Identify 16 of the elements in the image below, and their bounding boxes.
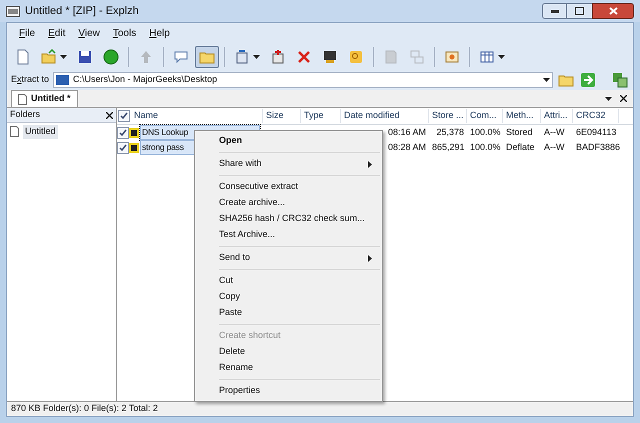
table-cell-text: BADF3886 [575, 140, 619, 154]
table-cell-text: 100.0% [469, 140, 502, 154]
table-cell-text: A--W [543, 126, 566, 139]
extract-to-label: Extract to [11, 73, 50, 86]
folders-pane-header: Folders [7, 108, 116, 123]
table-cell-text: Deflate [505, 140, 536, 154]
status-bar: 870 KB Folder(s): 0 File(s): 2 Total: 2 [7, 401, 633, 416]
table-cell-text: 08:28 AM [386, 140, 427, 154]
table-cell-text: 865,291 [431, 140, 466, 154]
table-cell-text: A--W [543, 140, 566, 154]
table-cell-text: 100.0% [469, 126, 502, 139]
table-cell-text: 25,378 [435, 126, 465, 139]
table-cell-text: Stored [505, 126, 534, 139]
window-title: Untitled * [ZIP] - Explzh [25, 4, 139, 19]
table-cell-text: 08:16 AM [386, 126, 427, 139]
table-cell-text: 6E094113 [575, 126, 618, 139]
